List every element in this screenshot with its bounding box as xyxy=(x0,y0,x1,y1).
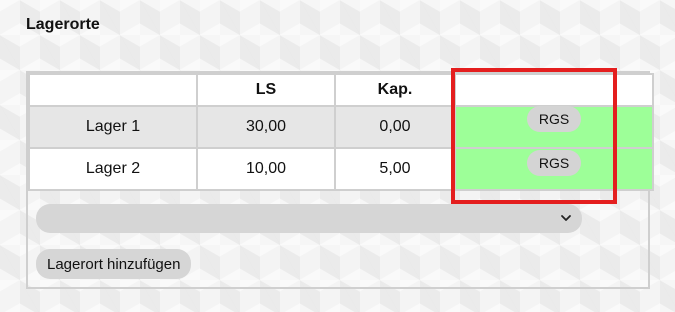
location-name-cell: Lager 2 xyxy=(28,147,198,191)
column-header-kap: Kap. xyxy=(334,73,456,107)
action-cell: RGS xyxy=(454,105,654,149)
ls-cell: 30,00 xyxy=(196,105,336,149)
location-select[interactable] xyxy=(36,204,582,233)
rgs-button[interactable]: RGS xyxy=(526,105,582,132)
chevron-down-icon xyxy=(561,215,571,221)
column-header-name xyxy=(28,73,198,107)
table-header-row: LS Kap. xyxy=(28,73,654,107)
column-header-ls: LS xyxy=(196,73,336,107)
add-location-button[interactable]: Lagerort hinzufügen xyxy=(36,249,192,279)
kap-cell: 5,00 xyxy=(334,147,456,191)
action-cell: RGS xyxy=(454,147,654,191)
column-header-action xyxy=(454,73,654,107)
location-name-cell: Lager 1 xyxy=(28,105,198,149)
kap-cell: 0,00 xyxy=(334,105,456,149)
section-title: Lagerorte xyxy=(26,16,100,33)
ls-cell: 10,00 xyxy=(196,147,336,191)
storage-locations-table: LS Kap. Lager 1 30,00 0,00 RGS Lager 2 1… xyxy=(28,73,654,191)
rgs-button[interactable]: RGS xyxy=(526,149,582,176)
table-row: Lager 1 30,00 0,00 RGS xyxy=(28,105,654,149)
table-row: Lager 2 10,00 5,00 RGS xyxy=(28,147,654,191)
